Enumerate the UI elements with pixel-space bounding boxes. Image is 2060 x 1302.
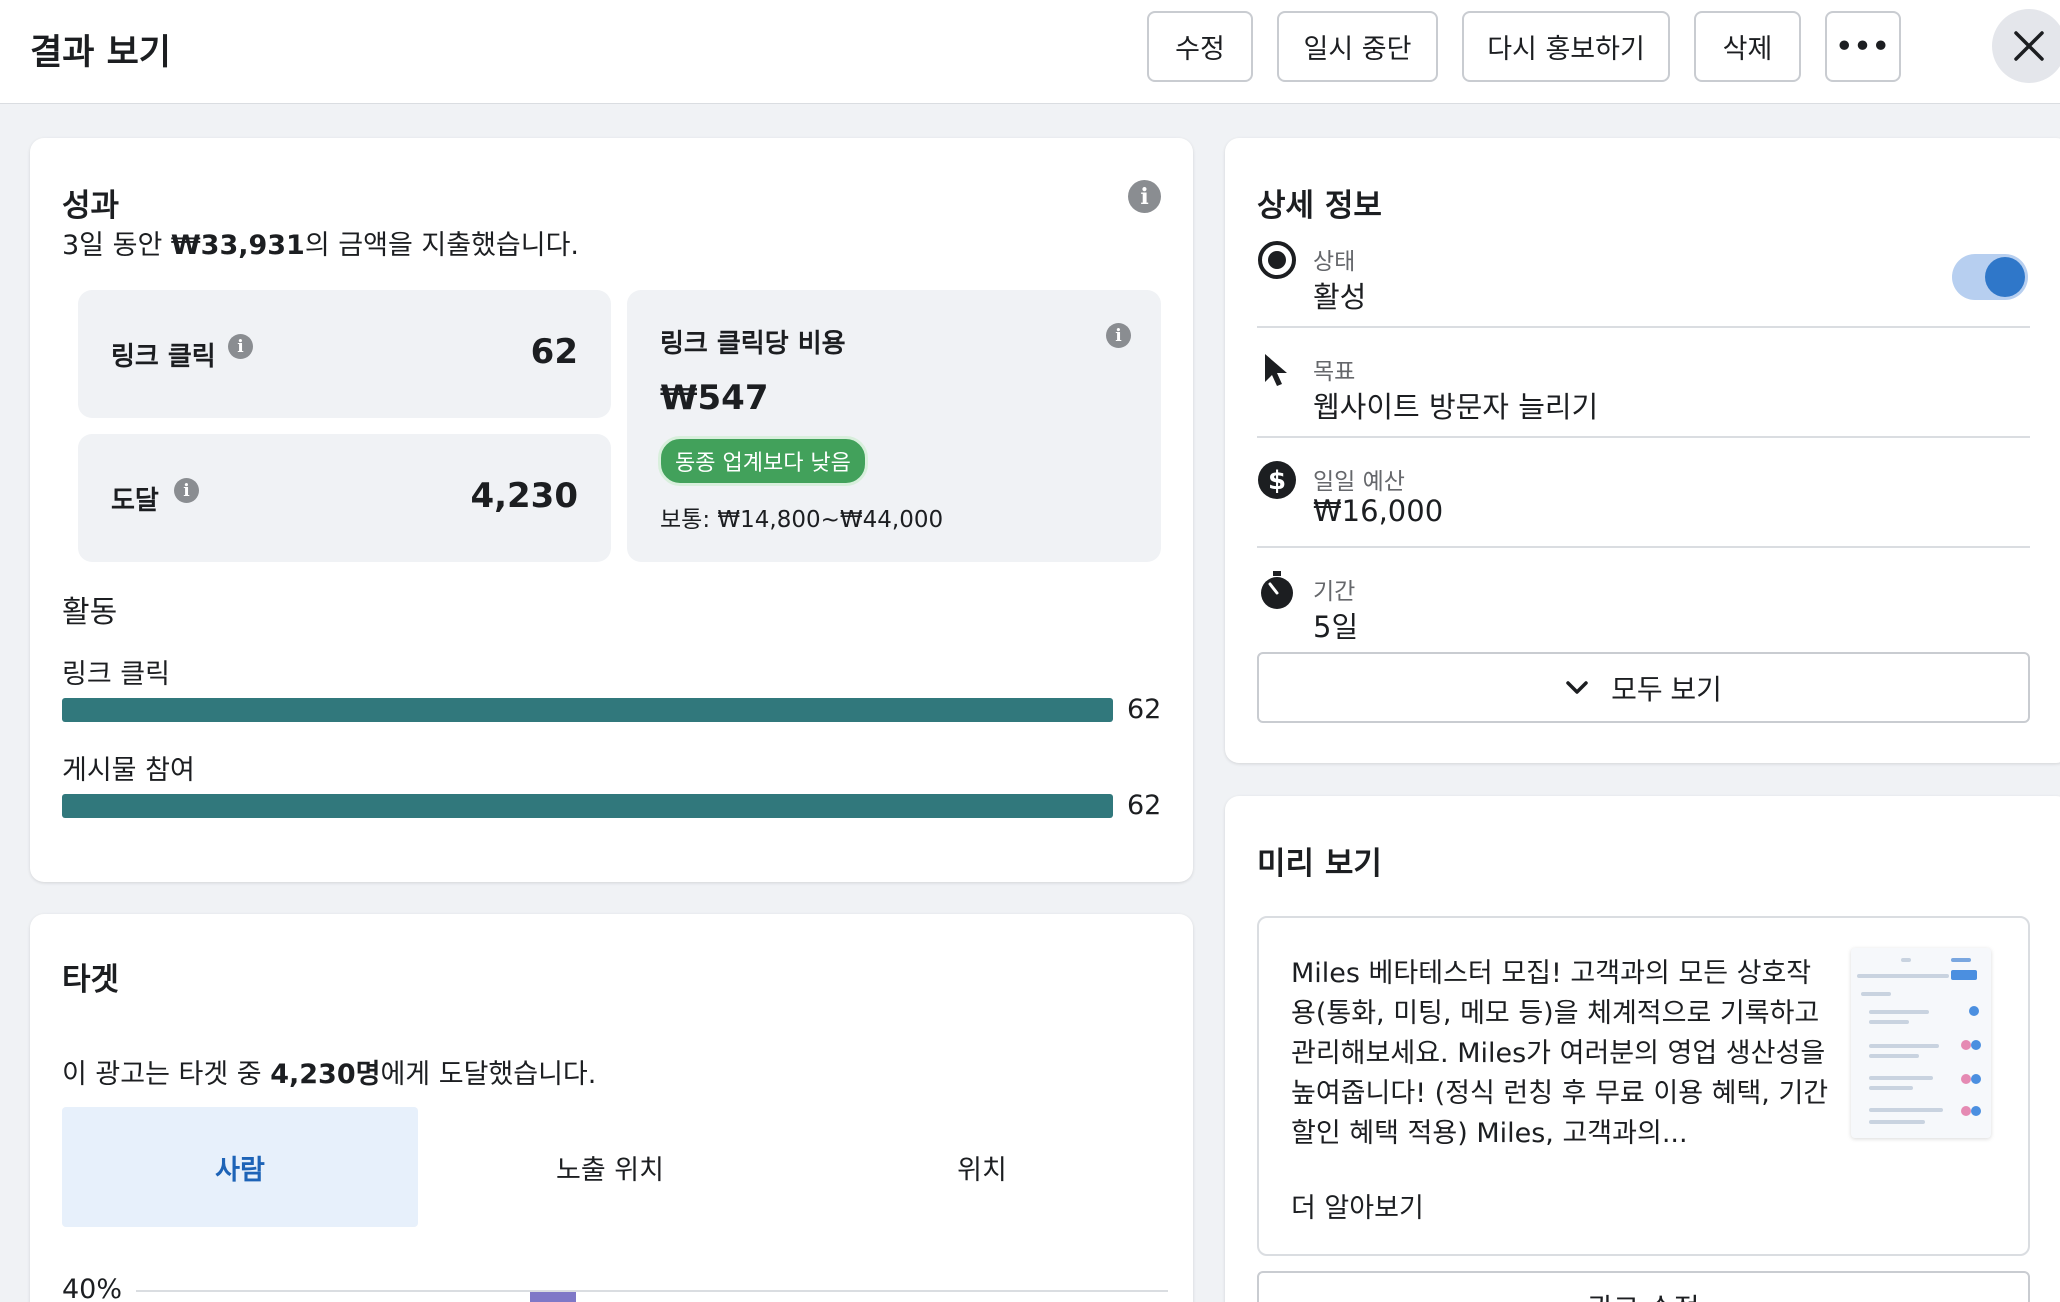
activity-bar: [62, 698, 1113, 722]
stopwatch-icon: [1257, 570, 1297, 610]
cursor-icon: [1257, 350, 1297, 390]
reach-metric: 도달 i 4,230: [78, 434, 611, 562]
info-icon[interactable]: i: [174, 478, 199, 503]
summary-prefix: 이 광고는 타겟 중: [62, 1059, 271, 1090]
performance-card: 성과 i 3일 동안 ₩33,931의 금액을 지출했습니다. 링크 클릭 i …: [30, 138, 1193, 882]
activity-bar: [62, 794, 1113, 818]
svg-text:$: $: [1268, 466, 1286, 496]
status-toggle[interactable]: [1952, 254, 2028, 300]
toggle-knob: [1985, 257, 2025, 297]
close-icon: [2014, 31, 2044, 61]
cpc-metric: 링크 클릭당 비용 i ₩547 동종 업계보다 낮음 보통: ₩14,800~…: [627, 290, 1161, 562]
target-summary: 이 광고는 타겟 중 4,230명에게 도달했습니다.: [62, 1052, 596, 1091]
top-bar: 결과 보기 수정 일시 중단 다시 홍보하기 삭제 •••: [0, 0, 2060, 104]
summary-suffix: 에게 도달했습니다.: [380, 1059, 597, 1090]
more-options-button[interactable]: •••: [1825, 11, 1901, 82]
status-label: 상태: [1313, 249, 1356, 275]
budget-label: 일일 예산: [1313, 469, 1405, 495]
pause-button[interactable]: 일시 중단: [1277, 11, 1438, 82]
budget-value: ₩16,000: [1313, 494, 1444, 528]
activity-bar-label: 게시물 참여: [62, 755, 195, 786]
cpc-value: ₩547: [660, 378, 769, 418]
info-icon[interactable]: i: [1128, 180, 1161, 213]
ad-preview-text: Miles 베타테스터 모집! 고객과의 모든 상호작용(통화, 미팅, 메모 …: [1291, 958, 1829, 1149]
edit-ad-label: 광고 수정: [1259, 1287, 2028, 1302]
info-icon[interactable]: i: [1106, 323, 1131, 348]
target-title: 타겟: [62, 962, 120, 998]
activity-bar-fill: [62, 698, 1113, 722]
performance-title: 성과: [62, 188, 120, 224]
summary-amount: ₩33,931: [170, 230, 305, 261]
tab-placements[interactable]: 노출 위치: [430, 1107, 790, 1227]
chart-bar: [530, 1292, 576, 1302]
details-title: 상세 정보: [1257, 188, 1382, 224]
info-icon[interactable]: i: [228, 334, 253, 359]
page-title: 결과 보기: [30, 33, 171, 73]
duration-value: 5일: [1313, 610, 1359, 644]
cpc-label: 링크 클릭당 비용: [660, 329, 846, 359]
edit-button[interactable]: 수정: [1147, 11, 1253, 82]
ad-preview[interactable]: Miles 베타테스터 모집! 고객과의 모든 상호작용(통화, 미팅, 메모 …: [1257, 916, 2030, 1256]
see-all-label: 모두 보기: [1611, 673, 1722, 705]
repromote-button[interactable]: 다시 홍보하기: [1462, 11, 1670, 82]
activity-bar-fill: [62, 794, 1113, 818]
reach-value: 4,230: [470, 476, 578, 516]
tab-people[interactable]: 사람: [62, 1107, 418, 1227]
reach-label: 도달: [111, 486, 159, 516]
goal-value: 웹사이트 방문자 늘리기: [1313, 390, 1599, 424]
close-button[interactable]: [1992, 9, 2060, 83]
chevron-down-icon: [1566, 680, 1588, 694]
preview-title: 미리 보기: [1257, 846, 1382, 882]
goal-label: 목표: [1313, 359, 1356, 385]
chart-gridline: [136, 1290, 1168, 1292]
dollar-icon: $: [1257, 460, 1297, 500]
activity-bar-value: 62: [1127, 790, 1162, 821]
see-all-button[interactable]: 모두 보기: [1257, 652, 2030, 723]
activity-bar-value: 62: [1127, 694, 1162, 725]
link-clicks-value: 62: [530, 332, 578, 372]
summary-suffix: 의 금액을 지출했습니다.: [304, 230, 580, 261]
benchmark-badge: 동종 업계보다 낮음: [658, 436, 868, 486]
status-value: 활성: [1313, 280, 1367, 314]
ad-thumbnail-image: [1851, 948, 1991, 1138]
tab-locations[interactable]: 위치: [800, 1107, 1164, 1227]
detail-budget: $ 일일 예산 ₩16,000: [1257, 460, 2030, 548]
chart-tick-label: 40%: [62, 1274, 123, 1302]
radio-selected-icon: [1257, 240, 1297, 280]
detail-status: 상태 활성: [1257, 240, 2030, 328]
cpc-range: 보통: ₩14,800~₩44,000: [660, 507, 944, 533]
delete-button[interactable]: 삭제: [1694, 11, 1801, 82]
learn-more-link[interactable]: 더 알아보기: [1291, 1186, 1424, 1225]
detail-goal: 목표 웹사이트 방문자 늘리기: [1257, 350, 2030, 438]
activity-bar-label: 링크 클릭: [62, 659, 170, 690]
duration-label: 기간: [1313, 579, 1356, 605]
link-clicks-metric: 링크 클릭 i 62: [78, 290, 611, 418]
summary-prefix: 3일 동안: [62, 230, 171, 261]
spend-summary: 3일 동안 ₩33,931의 금액을 지출했습니다.: [62, 223, 579, 262]
link-clicks-label: 링크 클릭: [111, 342, 216, 372]
activity-title: 활동: [62, 595, 118, 630]
summary-count: 4,230명: [270, 1059, 381, 1090]
edit-ad-button[interactable]: 광고 수정: [1257, 1271, 2030, 1302]
detail-duration: 기간 5일: [1257, 570, 2030, 644]
